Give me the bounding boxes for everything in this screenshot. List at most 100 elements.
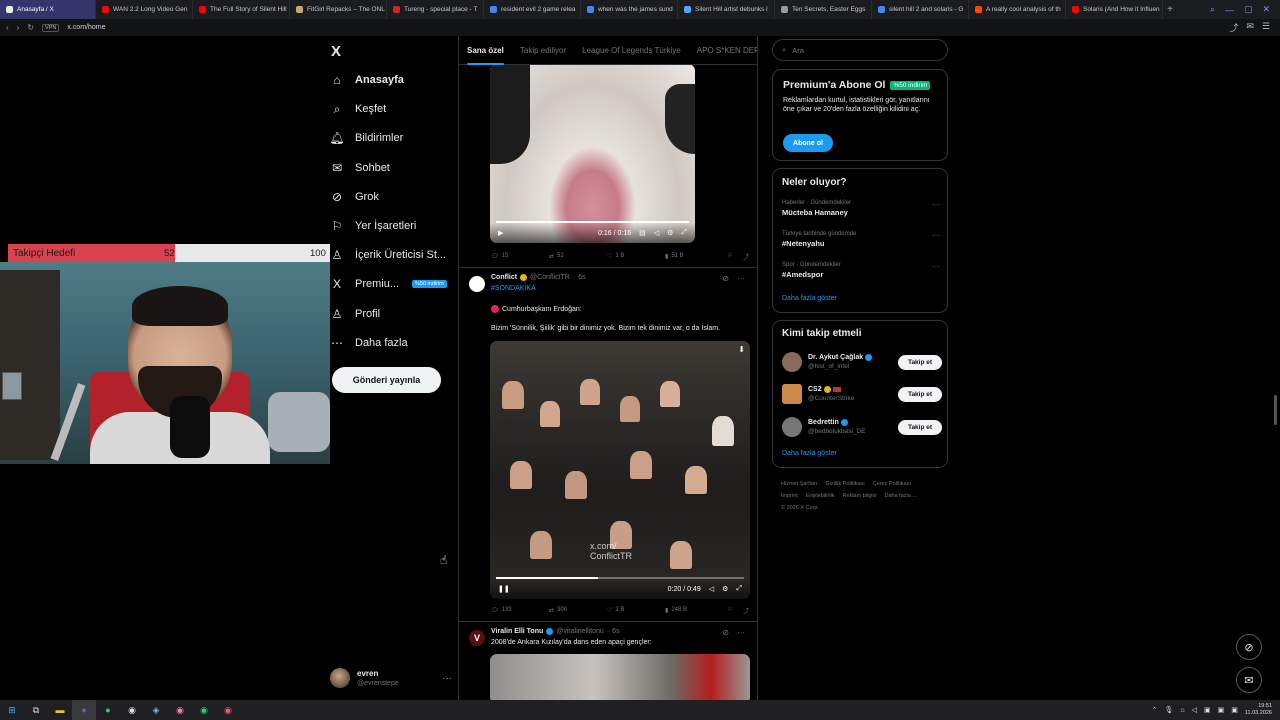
hashtag[interactable]: #SONDAKİKA	[491, 285, 536, 292]
show-more-link[interactable]: Daha fazla göster	[782, 450, 837, 457]
trend-item[interactable]: Haberler · Gündemdekiler Mücteba Hamaney…	[782, 200, 940, 217]
browser-tab[interactable]: The Full Story of Silent Hill	[193, 0, 290, 19]
more-icon[interactable]: ···	[932, 262, 940, 271]
back-icon[interactable]: ‹	[6, 23, 9, 32]
app-icon[interactable]: ◉	[216, 700, 240, 720]
video-player[interactable]	[490, 654, 750, 700]
follow-button[interactable]: Takip et	[898, 354, 942, 370]
footer-link[interactable]: © 2026 X Corp.	[781, 505, 819, 511]
start-icon[interactable]: ⊞	[0, 700, 24, 720]
tab-following[interactable]: Takip ediliyor	[520, 46, 566, 55]
fullscreen-icon[interactable]: ⤢	[681, 229, 687, 237]
settings-icon[interactable]: ⚙	[722, 585, 728, 593]
browser-tab[interactable]: resident evil 2 game relea	[484, 0, 581, 19]
whatsapp-icon[interactable]: ◉	[192, 700, 216, 720]
browser-tab[interactable]: silent hill 2 and solaris - G	[872, 0, 969, 19]
browser-tab[interactable]: Anasayfa / X	[0, 0, 96, 19]
spotify-icon[interactable]: ●	[96, 700, 120, 720]
views-icon[interactable]: ▮	[665, 253, 668, 260]
file-explorer-icon[interactable]: ▬	[48, 700, 72, 720]
author-name[interactable]: Viralin Elli Tonu	[491, 628, 543, 635]
share-icon[interactable]: ⤴	[743, 606, 749, 615]
app-tray-icon[interactable]: ▣	[1231, 706, 1238, 714]
messages-fab[interactable]: ✉	[1236, 667, 1262, 693]
minimize-icon[interactable]: —	[1225, 5, 1234, 15]
tab-list[interactable]: APO S*KEN DERNEĞİ	[697, 46, 757, 55]
share-icon[interactable]: ⤴	[1229, 21, 1238, 34]
footer-link[interactable]: Daha fazla ...	[884, 493, 916, 499]
extensions-icon[interactable]: ✉	[1246, 21, 1254, 34]
avatar[interactable]	[469, 276, 485, 292]
tab-league-of-legends[interactable]: League Of Legends Türkiye	[582, 46, 681, 55]
reply-icon[interactable]: 💬︎	[491, 253, 499, 260]
captions-icon[interactable]: ▤	[639, 229, 646, 237]
search-box[interactable]: ⌕ Ara	[772, 39, 948, 61]
follow-button[interactable]: Takip et	[898, 419, 942, 435]
play-icon[interactable]: ▶	[498, 229, 503, 237]
repost-icon[interactable]: ⇄	[549, 253, 554, 260]
tab-for-you[interactable]: Sana özel	[467, 46, 504, 65]
share-icon[interactable]: ⤴	[743, 252, 749, 261]
browser-tab[interactable]: WAN 2.2 Long Video Gen	[96, 0, 193, 19]
nav-item-premium[interactable]: X Premiu... %50 indirim	[330, 277, 447, 291]
grok-fab[interactable]: ⊘	[1236, 634, 1262, 660]
more-icon[interactable]: ···	[737, 628, 745, 637]
author-handle[interactable]: @ConflictTR	[530, 274, 570, 281]
new-tab-button[interactable]: +	[1163, 0, 1177, 19]
more-icon[interactable]: ···	[737, 274, 745, 283]
follow-suggestion[interactable]: CS2 @CounterStrike Takip et	[782, 382, 942, 406]
footer-link[interactable]: Çerez Politikası	[873, 481, 911, 487]
forward-icon[interactable]: ›	[17, 23, 20, 32]
app-icon[interactable]: ◈	[144, 700, 168, 720]
nav-item-grok[interactable]: ⊘ Grok	[330, 190, 379, 204]
trend-item[interactable]: Türkiye tarihinde gündemde #Netenyahu ··…	[782, 231, 940, 248]
nav-item-mail[interactable]: ✉ Sohbet	[330, 161, 390, 175]
browser-tab[interactable]: Tureng - special place - T	[387, 0, 484, 19]
clock[interactable]: 19:51 11.03.2026	[1245, 703, 1272, 717]
browser-tab[interactable]: FitGirl Repacks – The ONL	[290, 0, 387, 19]
browser-tab[interactable]: when was the james sund	[581, 0, 678, 19]
footer-link[interactable]: Reklam bilgisi	[843, 493, 877, 499]
author-handle[interactable]: @viralinellitonu	[556, 628, 604, 635]
subscribe-button[interactable]: Abone ol	[783, 134, 833, 152]
reply-icon[interactable]: 💬︎	[491, 607, 499, 614]
chevron-up-icon[interactable]: ⌃	[1152, 706, 1158, 714]
avatar[interactable]	[782, 417, 802, 437]
footer-link[interactable]: Erişilebilirlik	[806, 493, 835, 499]
browser-tab[interactable]: Silent Hill artist debunks l	[678, 0, 775, 19]
search-input[interactable]: Ara	[792, 46, 804, 55]
app-icon[interactable]: ◉	[168, 700, 192, 720]
more-icon[interactable]: ···	[932, 231, 940, 240]
video-player[interactable]: ▶ 0:16 / 0:16 ▤ ◁ ⚙ ⤢	[490, 64, 695, 243]
app-tray-icon[interactable]: ▣	[1204, 706, 1211, 714]
network-icon[interactable]: ⌂	[1180, 707, 1184, 714]
account-switcher[interactable]: evren @evrenstepe ···	[330, 666, 452, 690]
nav-item-more[interactable]: ⋯ Daha fazla	[330, 336, 408, 350]
mic-icon[interactable]: 🎙︎	[1164, 706, 1173, 714]
avatar[interactable]: V	[469, 630, 485, 646]
scrollbar[interactable]	[1274, 395, 1277, 425]
browser-tab[interactable]: Solaris (And How it Influen	[1066, 0, 1163, 19]
search-tabs-icon[interactable]: ⌕	[1210, 4, 1215, 15]
like-icon[interactable]: ♡	[607, 607, 612, 614]
fullscreen-icon[interactable]: ⤢	[736, 585, 742, 593]
settings-icon[interactable]: ⚙	[667, 229, 673, 237]
like-icon[interactable]: ♡	[607, 253, 612, 260]
browser-icon[interactable]: ●	[72, 700, 96, 720]
volume-icon[interactable]: ◁	[654, 229, 659, 237]
download-icon[interactable]: ⬇	[738, 345, 745, 354]
footer-link[interactable]: Hizmet Şartları	[781, 481, 817, 487]
vpn-badge[interactable]: VPN	[42, 23, 60, 32]
footer-link[interactable]: İmprint	[781, 493, 798, 499]
obs-icon[interactable]: ◉	[120, 700, 144, 720]
bookmark-icon[interactable]: ⚐	[728, 606, 733, 615]
trend-item[interactable]: Spor · Gündemdekiler #Amedspor ···	[782, 262, 940, 279]
author-name[interactable]: Conflict	[491, 274, 517, 281]
grok-icon[interactable]: ⊘	[722, 274, 729, 283]
app-tray-icon[interactable]: ▣	[1218, 706, 1225, 714]
x-logo[interactable]: X	[331, 43, 341, 60]
video-player[interactable]: x.com/ ConflictTR ⬇ ❚❚ 0:20 / 0:49 ◁ ⚙ ⤢	[490, 341, 750, 599]
show-more-link[interactable]: Daha fazla göster	[782, 295, 837, 302]
pause-icon[interactable]: ❚❚	[498, 585, 510, 593]
follow-suggestion[interactable]: Dr. Aykut Çağlak @hist_of_intel Takip et	[782, 350, 942, 374]
